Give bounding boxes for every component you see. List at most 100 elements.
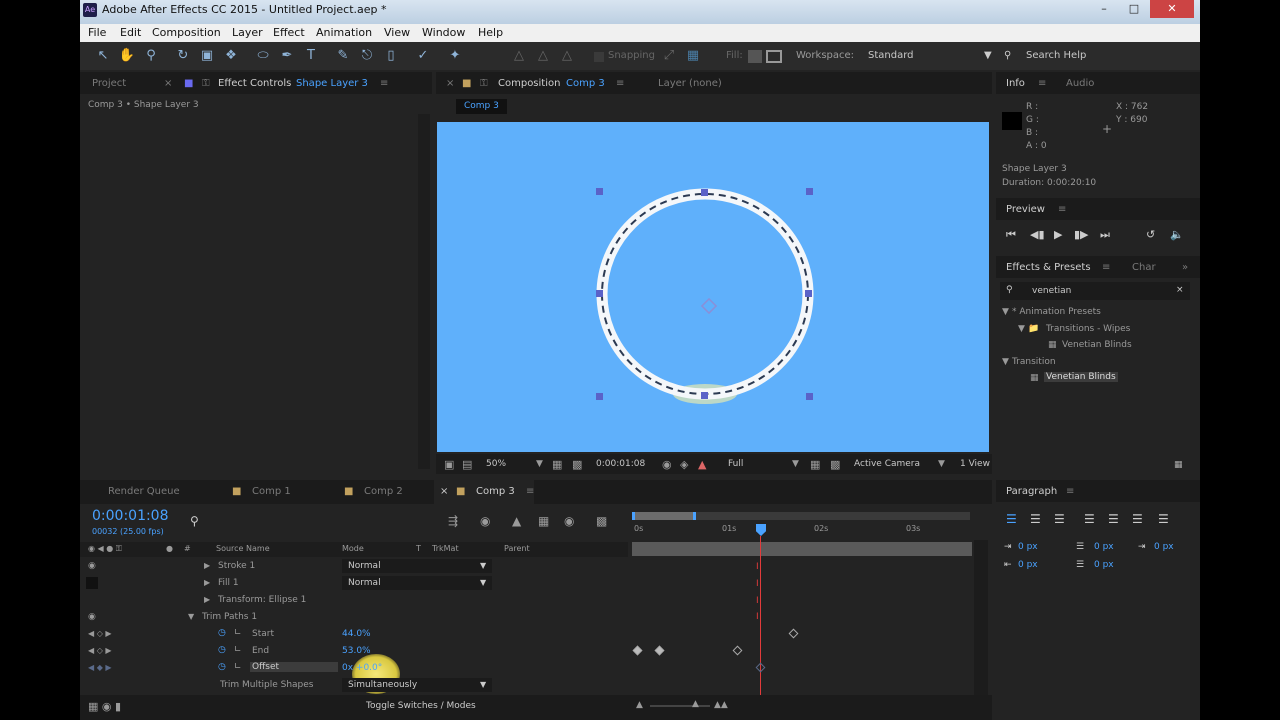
- menu-effect[interactable]: Effect: [273, 26, 305, 39]
- align-center-icon[interactable]: ☰: [1030, 512, 1041, 526]
- visibility-eye-icon[interactable]: ◉: [88, 612, 96, 622]
- clear-search-icon[interactable]: ×: [1176, 285, 1184, 295]
- last-frame-icon[interactable]: ⏭: [1100, 228, 1110, 242]
- snap-grid-icon[interactable]: ▦: [684, 47, 702, 65]
- stopwatch-icon[interactable]: ◷: [218, 645, 226, 655]
- snapping-checkbox[interactable]: [594, 52, 604, 62]
- tab-audio[interactable]: Audio: [1066, 78, 1094, 89]
- stopwatch-icon[interactable]: ◷: [218, 628, 226, 638]
- zoom-slider[interactable]: [650, 705, 710, 707]
- tree-transitions-wipes[interactable]: Transitions - Wipes: [1046, 324, 1130, 334]
- visibility-eye-icon[interactable]: ◉: [88, 561, 96, 571]
- keyframe-end-2[interactable]: [654, 645, 665, 656]
- graph-icon[interactable]: ∟: [234, 628, 242, 638]
- toggle-icons[interactable]: ▦ ◉ ▮: [88, 700, 121, 713]
- lock-icon[interactable]: ■: [184, 78, 193, 89]
- channel-rgb-icon[interactable]: ▲: [698, 458, 706, 471]
- first-frame-icon[interactable]: ⏮: [1006, 228, 1016, 242]
- tab-comp-1[interactable]: Comp 1: [252, 486, 291, 497]
- keyframe-nav-icon[interactable]: ◀ ◇ ▶: [88, 629, 112, 638]
- panel-menu-icon[interactable]: ≡: [1038, 78, 1046, 89]
- layer-row-fill[interactable]: ▶ Fill 1 Normal ▼: [80, 575, 630, 592]
- menu-animation[interactable]: Animation: [316, 26, 372, 39]
- property-row-trim-multiple[interactable]: Trim Multiple Shapes Simultaneously ▼: [80, 677, 630, 694]
- justify-all-icon[interactable]: ☰: [1158, 512, 1169, 526]
- indent-right-value[interactable]: 0 px: [1018, 560, 1038, 570]
- pan-behind-tool-icon[interactable]: ❖: [222, 47, 240, 65]
- expand-arrow-icon[interactable]: ▼: [188, 612, 194, 621]
- loop-icon[interactable]: ↺: [1146, 228, 1155, 241]
- stopwatch-icon[interactable]: ◷: [218, 662, 226, 672]
- menu-view[interactable]: View: [384, 26, 410, 39]
- column-mode[interactable]: Mode: [342, 544, 364, 553]
- current-time-indicator[interactable]: [756, 524, 766, 536]
- property-row-offset[interactable]: ◀ ◆ ▶ ◷ ∟ Offset 0x +0.0°: [80, 654, 630, 694]
- workspace-select[interactable]: Standard: [868, 50, 914, 61]
- dropdown-icon[interactable]: ▼: [480, 561, 486, 570]
- effects-search-input[interactable]: [1000, 282, 1190, 300]
- tree-venetian-blinds-effect[interactable]: Venetian Blinds: [1044, 372, 1118, 382]
- start-value[interactable]: 44.0%: [342, 629, 371, 639]
- camera-view-select[interactable]: Active Camera: [854, 459, 920, 469]
- tab-render-queue[interactable]: Render Queue: [108, 486, 180, 497]
- monitor-icon[interactable]: ▤: [462, 458, 472, 471]
- tab-effects-presets[interactable]: Effects & Presets: [1006, 262, 1091, 273]
- snap-options-icon[interactable]: ⤢: [660, 47, 678, 65]
- tab-info[interactable]: Info: [1006, 78, 1025, 89]
- zoom-tool-icon[interactable]: ⚲: [142, 47, 160, 65]
- tab-composition[interactable]: Composition: [498, 78, 560, 89]
- composition-canvas[interactable]: [437, 122, 989, 452]
- expand-arrow-icon[interactable]: ▶: [204, 561, 210, 570]
- shy-layers-icon[interactable]: ▲: [512, 514, 521, 528]
- layer-duration-bar[interactable]: [632, 542, 972, 556]
- layer-row-stroke[interactable]: ◉ ▶ Stroke 1 Normal ▼: [80, 558, 630, 575]
- align-right-icon[interactable]: ☰: [1054, 512, 1065, 526]
- tab-project[interactable]: Project: [92, 78, 126, 89]
- offset-value[interactable]: 0x +0.0°: [342, 663, 382, 673]
- menu-help[interactable]: Help: [478, 26, 503, 39]
- prev-frame-icon[interactable]: ◀▮: [1030, 228, 1045, 241]
- zoom-out-icon[interactable]: ▲: [636, 700, 643, 710]
- more-tabs-icon[interactable]: »: [1182, 262, 1188, 273]
- menu-window[interactable]: Window: [422, 26, 465, 39]
- axis-local-icon[interactable]: △: [510, 47, 528, 65]
- dropdown-icon[interactable]: ▼: [480, 680, 486, 689]
- keyframe-offset[interactable]: [755, 662, 766, 673]
- column-trkmat[interactable]: TrkMat: [432, 544, 459, 553]
- clone-stamp-tool-icon[interactable]: ⎋: [358, 47, 376, 65]
- layer-row-trim-paths[interactable]: ◉ ▼ Trim Paths 1: [80, 609, 630, 626]
- type-tool-icon[interactable]: T: [302, 47, 320, 65]
- tab-effect-controls[interactable]: Effect Controls: [218, 78, 291, 89]
- tree-transition[interactable]: Transition: [1012, 357, 1056, 367]
- views-select[interactable]: 1 View: [960, 459, 990, 469]
- hand-tool-icon[interactable]: ✋: [118, 47, 136, 65]
- tab-layer[interactable]: Layer (none): [658, 78, 722, 89]
- indent-left-value[interactable]: 0 px: [1018, 542, 1038, 552]
- resolution-select[interactable]: Full: [728, 459, 743, 469]
- keyframe-nav-icon[interactable]: ◀ ◇ ▶: [88, 646, 112, 655]
- indent-first-value[interactable]: 0 px: [1154, 542, 1174, 552]
- new-bin-icon[interactable]: ▦: [1174, 460, 1183, 470]
- maximize-button[interactable]: □: [1120, 0, 1148, 18]
- menu-file[interactable]: File: [88, 26, 106, 39]
- tree-animation-presets[interactable]: * Animation Presets: [1012, 307, 1101, 317]
- tab-character[interactable]: Char: [1132, 262, 1156, 273]
- property-row-end[interactable]: ◀ ◇ ▶ ◷ ∟ End 53.0%: [80, 643, 630, 660]
- lock-padlock-icon[interactable]: ⚿: [480, 78, 488, 89]
- expand-arrow-icon[interactable]: ▼: [1002, 307, 1009, 317]
- zoom-slider-handle[interactable]: ▲: [692, 699, 699, 709]
- keyframe-end-1[interactable]: [632, 645, 643, 656]
- panel-menu-icon[interactable]: ≡: [1066, 486, 1074, 497]
- expand-arrow-icon[interactable]: ▼: [1018, 324, 1025, 334]
- camera-tool-icon[interactable]: ▣: [198, 47, 216, 65]
- layer-row-transform[interactable]: ▶ Transform: Ellipse 1: [80, 592, 630, 609]
- minimize-button[interactable]: –: [1090, 0, 1118, 18]
- justify-last-right-icon[interactable]: ☰: [1132, 512, 1143, 526]
- close-icon[interactable]: ×: [164, 78, 172, 89]
- workspace-dropdown-icon[interactable]: ▼: [984, 50, 992, 61]
- transparency-grid-icon[interactable]: ▩: [572, 458, 582, 471]
- camera-dropdown-icon[interactable]: ▼: [938, 459, 945, 469]
- pen-tool-icon[interactable]: ✒: [278, 47, 296, 65]
- zoom-value[interactable]: 50%: [486, 459, 506, 469]
- eraser-tool-icon[interactable]: ▯: [382, 47, 400, 65]
